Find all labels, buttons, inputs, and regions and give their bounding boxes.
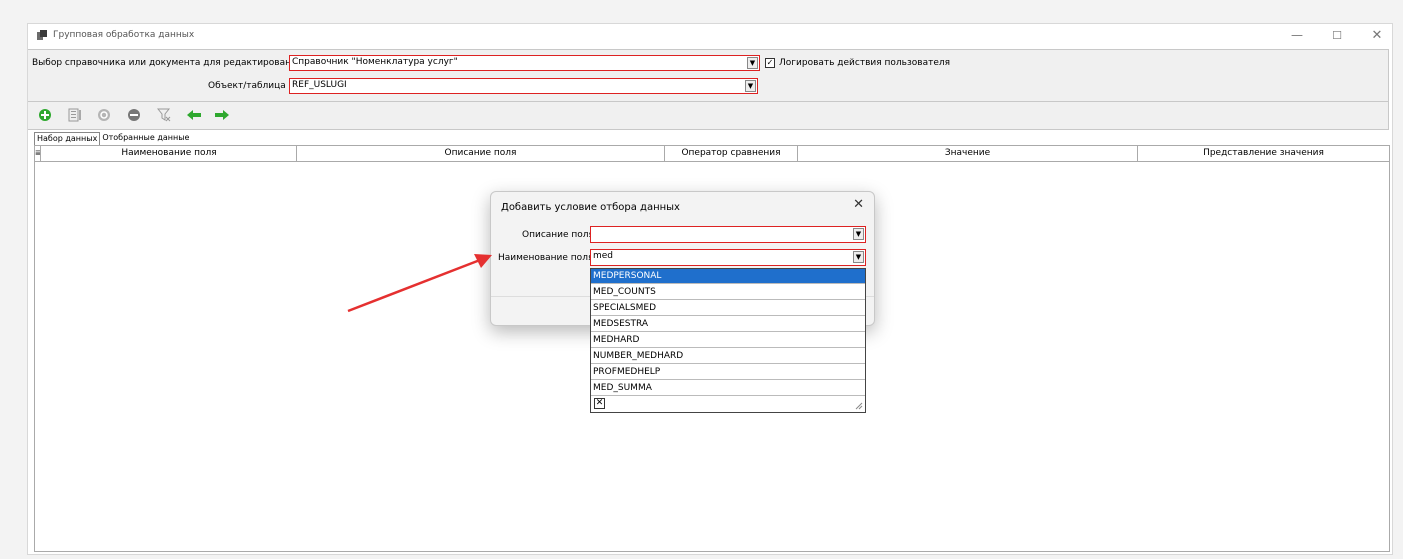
column-header-value[interactable]: Значение: [798, 146, 1138, 161]
window-title: Групповая обработка данных: [53, 30, 195, 40]
annotation-arrow-icon: [347, 254, 492, 313]
minimize-button[interactable]: —: [1282, 26, 1312, 44]
chevron-down-icon[interactable]: ▼: [853, 228, 864, 240]
directory-select-value: Справочник "Номенклатура услуг": [292, 57, 458, 67]
directory-label: Выбор справочника или документа для реда…: [32, 58, 303, 68]
grid-header: ≣ Наименование поля Описание поля Операт…: [35, 146, 1389, 162]
dropdown-option[interactable]: SPECIALSMED: [591, 301, 865, 316]
object-select-value: REF_USLUGI: [292, 80, 347, 90]
dropdown-option[interactable]: MED_SUMMA: [591, 381, 865, 396]
dropdown-option[interactable]: MEDHARD: [591, 333, 865, 348]
remove-icon[interactable]: [127, 108, 141, 122]
filter-clear-icon[interactable]: [157, 108, 171, 122]
chevron-down-icon[interactable]: ▼: [853, 251, 864, 263]
column-chooser-icon[interactable]: ≣: [35, 146, 41, 161]
tab-bar: Набор данных Отобранные данные: [34, 132, 191, 145]
maximize-button[interactable]: ☐: [1322, 26, 1352, 44]
title-bar: Групповая обработка данных — ☐ ✕: [28, 24, 1392, 47]
close-window-button[interactable]: ✕: [1362, 26, 1392, 44]
dialog-title: Добавить условие отбора данных: [501, 202, 680, 213]
dropdown-option[interactable]: MED_COUNTS: [591, 285, 865, 300]
field-name-label: Наименование поля: [498, 253, 594, 263]
object-select[interactable]: REF_USLUGI ▼: [289, 78, 758, 94]
arrow-right-icon[interactable]: [214, 108, 230, 122]
toolbar: [28, 102, 1389, 130]
tab-selected-data[interactable]: Отобранные данные: [100, 132, 191, 145]
dropdown-option[interactable]: PROFMEDHELP: [591, 365, 865, 380]
log-actions-checkbox[interactable]: ✓: [765, 58, 775, 68]
dropdown-option[interactable]: MEDPERSONAL: [591, 269, 865, 284]
log-actions-label: Логировать действия пользователя: [779, 58, 951, 68]
tab-dataset[interactable]: Набор данных: [34, 132, 101, 145]
description-label: Описание поля: [522, 230, 594, 240]
description-select[interactable]: ▼: [590, 226, 866, 243]
arrow-left-icon[interactable]: [186, 108, 202, 122]
edit-icon[interactable]: [68, 108, 82, 122]
dropdown-option[interactable]: NUMBER_MEDHARD: [591, 349, 865, 364]
refresh-icon[interactable]: [97, 108, 111, 122]
dropdown-footer: ✕: [591, 396, 865, 412]
object-label: Объект/таблица: [208, 81, 286, 91]
close-icon[interactable]: ✕: [853, 197, 864, 212]
selection-panel: Выбор справочника или документа для реда…: [28, 49, 1389, 102]
dropdown-option[interactable]: MEDSESTRA: [591, 317, 865, 332]
column-header-operator[interactable]: Оператор сравнения: [665, 146, 798, 161]
chevron-down-icon[interactable]: ▼: [747, 57, 758, 69]
field-name-input-value: med: [593, 251, 614, 261]
field-name-input[interactable]: med ▼: [590, 249, 866, 266]
resize-grip-icon[interactable]: [853, 400, 863, 410]
chevron-down-icon[interactable]: ▼: [745, 80, 756, 92]
directory-select[interactable]: Справочник "Номенклатура услуг" ▼: [289, 55, 760, 71]
column-header-value-representation[interactable]: Представление значения: [1138, 146, 1389, 161]
column-header-field-name[interactable]: Наименование поля: [42, 146, 297, 161]
app-icon: [37, 30, 47, 40]
field-name-dropdown: MEDPERSONAL MED_COUNTS SPECIALSMED MEDSE…: [590, 268, 866, 413]
add-icon[interactable]: [38, 108, 52, 122]
column-header-field-description[interactable]: Описание поля: [297, 146, 665, 161]
clear-icon[interactable]: ✕: [594, 398, 605, 409]
